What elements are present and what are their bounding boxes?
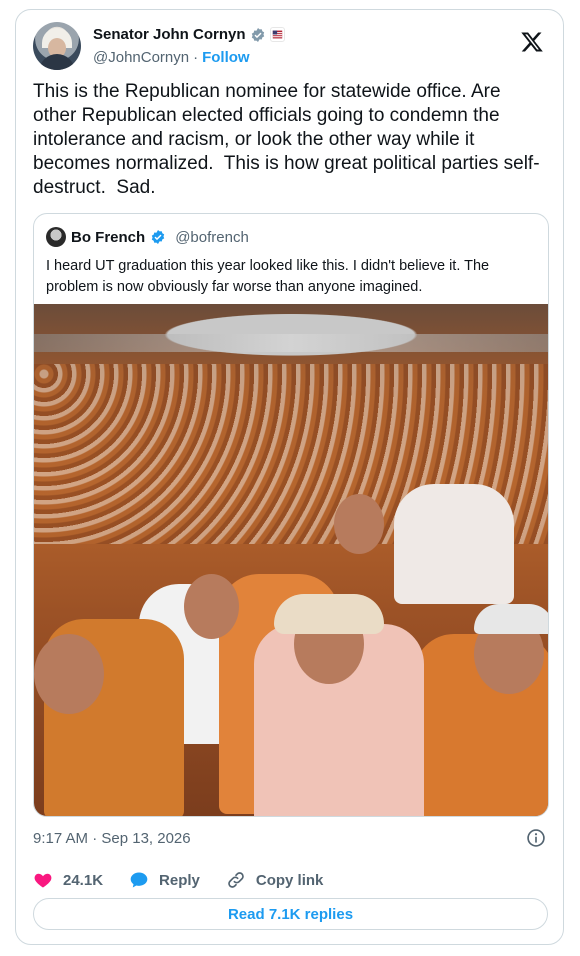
link-icon (228, 872, 244, 888)
quoted-header: Bo French @bofrench (46, 227, 249, 247)
copy-link-label: Copy link (255, 871, 324, 889)
info-icon[interactable] (526, 828, 546, 848)
reply-button[interactable]: Reply (129, 870, 200, 890)
quoted-text: I heard UT graduation this year looked l… (46, 258, 490, 295)
action-bar: 24.1K Reply Copy link (33, 870, 323, 890)
like-count: 24.1K (63, 871, 104, 889)
author-name[interactable]: Senator John Cornyn (93, 26, 246, 43)
x-logo-icon[interactable] (520, 30, 544, 54)
heart-icon (34, 873, 52, 888)
follow-button[interactable]: Follow (202, 49, 250, 66)
author-handle[interactable]: @JohnCornyn (93, 49, 189, 66)
like-button[interactable]: 24.1K (33, 870, 103, 890)
tweet-card: Senator John Cornyn @JohnCornyn · Follow… (15, 9, 564, 945)
copy-link-button[interactable]: Copy link (226, 870, 324, 890)
quoted-photo[interactable] (34, 304, 548, 816)
verified-badge-icon (250, 27, 266, 43)
read-replies-button[interactable]: Read 7.1K replies (33, 898, 548, 930)
tweet-header: Senator John Cornyn @JohnCornyn · Follow (33, 22, 546, 72)
verified-badge-icon (150, 229, 166, 245)
quoted-avatar (46, 227, 66, 247)
government-flag-icon (269, 27, 285, 42)
author-name-row: Senator John Cornyn (93, 26, 285, 43)
quoted-author-name: Bo French (71, 228, 146, 246)
quoted-tweet[interactable]: Bo French @bofrench I heard UT graduatio… (33, 213, 549, 817)
reply-label: Reply (159, 871, 200, 889)
tweet-text: This is the Republican nominee for state… (33, 81, 540, 198)
quoted-author-handle: @bofrench (175, 228, 249, 246)
tweet-timestamp[interactable]: 9:17 AM · Sep 13, 2026 (33, 830, 191, 847)
reply-bubble-icon (130, 872, 148, 888)
separator-dot: · (193, 49, 199, 66)
author-handle-row: @JohnCornyn · Follow (93, 49, 250, 66)
author-avatar[interactable] (33, 22, 81, 70)
